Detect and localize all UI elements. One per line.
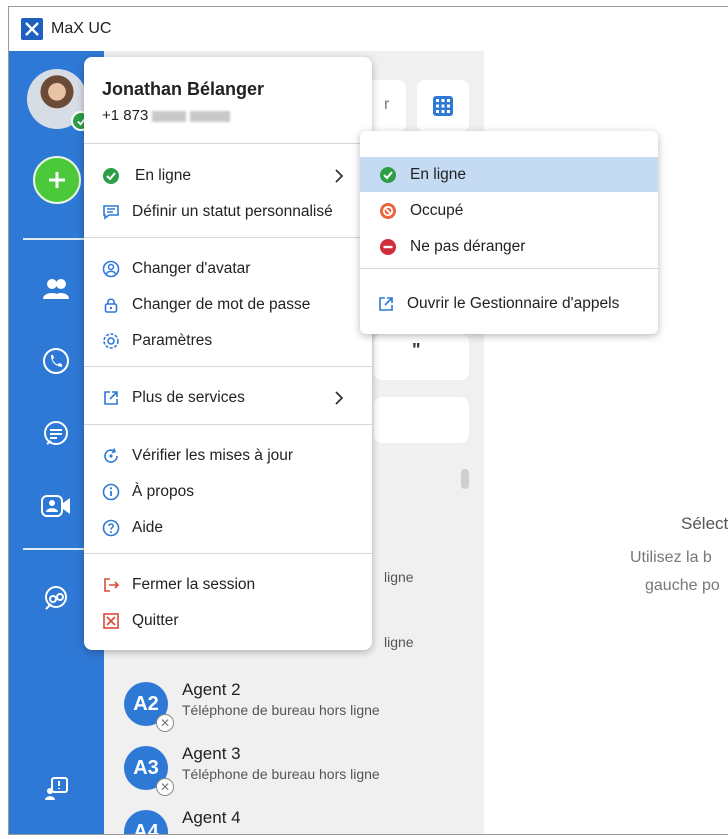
search-input-text: r	[384, 96, 390, 113]
redacted-text	[190, 110, 231, 122]
menu-item-help[interactable]: Aide	[84, 513, 372, 543]
offline-icon: ✕	[156, 714, 174, 732]
contact-name: Agent 3	[182, 744, 241, 763]
user-menu: Jonathan Bélanger +1 873 En ligne Défini…	[84, 57, 372, 650]
avatar[interactable]	[27, 69, 91, 131]
feedback-icon[interactable]	[39, 771, 73, 805]
menu-item-status[interactable]: En ligne	[84, 161, 372, 191]
online-status-icon	[101, 166, 121, 186]
external-link-icon	[376, 294, 396, 314]
menu-item-quit[interactable]: Quitter	[84, 606, 372, 636]
user-circle-icon	[101, 259, 121, 279]
secondary-search-field[interactable]	[374, 397, 469, 443]
help-icon	[101, 518, 121, 538]
refresh-icon	[101, 446, 121, 466]
status-option-busy[interactable]: Occupé	[360, 193, 658, 228]
menu-item-label: Quitter	[132, 612, 179, 629]
new-action-button[interactable]	[33, 156, 81, 204]
app-title: MaX UC	[51, 20, 112, 37]
menu-divider	[84, 366, 372, 367]
busy-status-icon	[378, 201, 398, 221]
empty-state-text: gauche po	[645, 577, 720, 594]
rail-divider	[23, 548, 93, 550]
open-call-manager[interactable]: Ouvrir le Gestionnaire d'appels	[360, 286, 658, 321]
menu-item-label: Aide	[132, 519, 164, 536]
menu-item-label: Fermer la session	[132, 576, 256, 593]
agent-icon[interactable]	[39, 581, 73, 615]
user-name: Jonathan Bélanger	[102, 79, 265, 99]
menu-item-label: Changer d'avatar	[132, 260, 251, 277]
status-submenu: En ligne Occupé Ne pas déranger Ouvrir l…	[360, 131, 658, 334]
menu-item-label: Définir un statut personnalisé	[132, 203, 333, 220]
menu-item-change-password[interactable]: Changer de mot de passe	[84, 290, 372, 320]
user-phone-prefix: +1 873	[102, 107, 149, 124]
logout-icon	[101, 575, 121, 595]
contact-avatar: A4	[124, 810, 168, 834]
rail-divider	[23, 238, 93, 240]
empty-state-text: Utilisez la b	[630, 549, 712, 566]
menu-item-more-services[interactable]: Plus de services	[84, 383, 372, 413]
menu-item-label: À propos	[132, 483, 195, 500]
menu-divider	[84, 424, 372, 425]
user-phone: +1 873	[102, 107, 231, 124]
menu-item-logout[interactable]: Fermer la session	[84, 570, 372, 600]
status-option-label: Ouvrir le Gestionnaire d'appels	[407, 294, 620, 312]
filter-card-text: "	[412, 340, 421, 360]
gear-icon	[101, 331, 121, 351]
chat-icon[interactable]	[39, 417, 73, 451]
list-item[interactable]: A4 Agent 4	[124, 804, 464, 834]
chevron-right-icon	[332, 391, 346, 405]
menu-divider	[84, 553, 372, 554]
list-item[interactable]: A3 ✕ Agent 3 Téléphone de bureau hors li…	[124, 740, 464, 798]
contact-name: Agent 2	[182, 680, 241, 699]
dialpad-button[interactable]	[417, 80, 469, 132]
menu-item-about[interactable]: À propos	[84, 477, 372, 507]
menu-divider	[360, 268, 658, 269]
online-status-icon	[378, 165, 398, 185]
close-box-icon	[101, 611, 121, 631]
menu-item-label: Changer de mot de passe	[132, 296, 311, 313]
video-icon[interactable]	[39, 489, 73, 523]
menu-item-settings[interactable]: Paramètres	[84, 326, 372, 356]
menu-item-check-updates[interactable]: Vérifier les mises à jour	[84, 441, 372, 471]
contact-status: Téléphone de bureau hors ligne	[182, 702, 380, 718]
lock-icon	[101, 295, 121, 315]
menu-item-custom-status[interactable]: Définir un statut personnalisé	[84, 197, 372, 227]
redacted-text	[152, 110, 187, 122]
info-icon	[101, 482, 121, 502]
contact-status-partial: ligne	[384, 634, 414, 650]
chevron-right-icon	[332, 169, 346, 183]
menu-item-change-avatar[interactable]: Changer d'avatar	[84, 254, 372, 284]
menu-item-label: En ligne	[135, 167, 192, 184]
external-link-icon	[101, 388, 121, 408]
scrollbar-thumb[interactable]	[461, 469, 469, 489]
offline-icon: ✕	[156, 778, 174, 796]
menu-item-label: Vérifier les mises à jour	[132, 447, 294, 464]
contact-status-partial: ligne	[384, 569, 414, 585]
title-bar: MaX UC	[9, 7, 728, 51]
dnd-status-icon	[378, 237, 398, 257]
phone-icon[interactable]	[39, 344, 73, 378]
menu-item-label: Paramètres	[132, 332, 213, 349]
speech-bubble-icon	[101, 202, 121, 222]
contact-status: Téléphone de bureau hors ligne	[182, 766, 380, 782]
dialpad-icon	[433, 96, 453, 116]
list-item[interactable]: A2 ✕ Agent 2 Téléphone de bureau hors li…	[124, 676, 464, 734]
empty-state-title: Sélect	[681, 514, 728, 533]
status-option-online[interactable]: En ligne	[360, 157, 658, 192]
contact-name: Agent 4	[182, 808, 241, 827]
contacts-icon[interactable]	[39, 272, 73, 306]
menu-item-label: Plus de services	[132, 389, 245, 406]
status-option-label: En ligne	[410, 165, 467, 183]
filter-card[interactable]: "	[374, 334, 469, 380]
status-option-dnd[interactable]: Ne pas déranger	[360, 229, 658, 264]
menu-divider	[84, 237, 372, 238]
status-option-label: Ne pas déranger	[410, 237, 526, 255]
app-logo-icon	[21, 18, 43, 40]
menu-divider	[84, 143, 372, 144]
status-option-label: Occupé	[410, 201, 464, 219]
